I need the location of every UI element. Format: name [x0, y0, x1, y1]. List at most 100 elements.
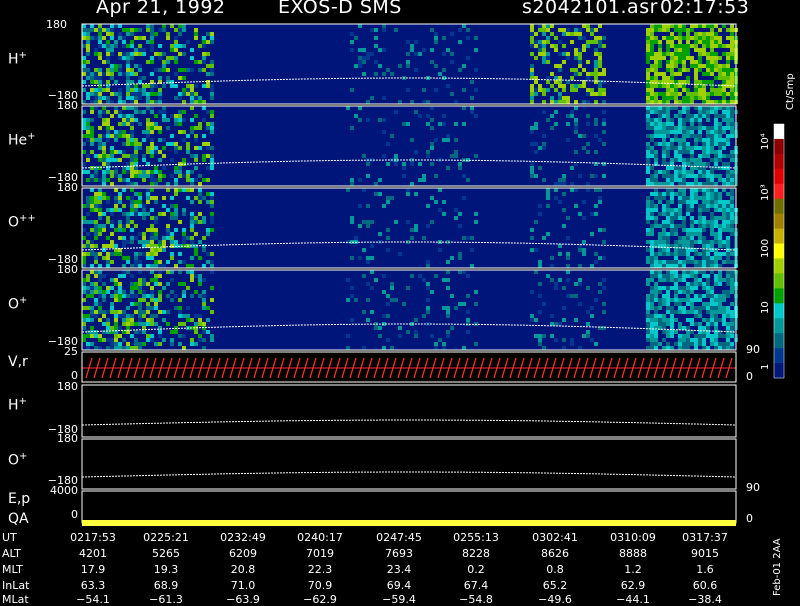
heatmap-cell	[730, 196, 734, 200]
heatmap-cell	[130, 142, 134, 146]
heatmap-cell	[118, 236, 122, 240]
heatmap-cell	[190, 170, 194, 174]
heatmap-cell	[130, 56, 134, 60]
heatmap-cell	[130, 290, 134, 294]
heatmap-cell	[94, 302, 98, 306]
heatmap-cell	[590, 232, 594, 236]
heatmap-cell	[726, 110, 730, 114]
heatmap-cell	[658, 200, 662, 204]
heatmap-cell	[722, 178, 726, 182]
colorbar-segment	[774, 333, 784, 349]
heatmap-cell	[650, 256, 654, 260]
heatmap-cell	[718, 146, 722, 150]
heatmap-cell	[158, 294, 162, 298]
ephemeris-value: 0232:49	[220, 531, 266, 544]
heatmap-cell	[142, 310, 146, 314]
heatmap-cell	[726, 76, 730, 80]
heatmap-cell	[162, 106, 166, 110]
heatmap-cell	[674, 126, 678, 130]
heatmap-cell	[706, 278, 710, 282]
heatmap-cell	[574, 28, 578, 32]
heatmap-cell	[718, 270, 722, 274]
heatmap-cell	[650, 118, 654, 122]
heatmap-cell	[654, 130, 658, 134]
heatmap-cell	[726, 92, 730, 96]
heatmap-cell	[422, 314, 426, 318]
heatmap-cell	[670, 260, 674, 264]
heatmap-cell	[658, 278, 662, 282]
heatmap-cell	[666, 52, 670, 56]
heatmap-cell	[706, 282, 710, 286]
heatmap-cell	[370, 28, 374, 32]
heatmap-cell	[94, 96, 98, 100]
heatmap-cell	[714, 338, 718, 342]
heatmap-cell	[378, 334, 382, 338]
heatmap-cell	[650, 40, 654, 44]
heatmap-cell	[346, 106, 350, 110]
heatmap-cell	[658, 52, 662, 56]
heatmap-cell	[470, 236, 474, 240]
heatmap-cell	[662, 126, 666, 130]
heatmap-cell	[102, 154, 106, 158]
heatmap-cell	[670, 52, 674, 56]
heatmap-cell	[122, 204, 126, 208]
heatmap-cell	[666, 290, 670, 294]
heatmap-cell	[462, 270, 466, 274]
heatmap-cell	[590, 174, 594, 178]
heatmap-cell	[662, 110, 666, 114]
heatmap-cell	[678, 274, 682, 278]
heatmap-cell	[542, 56, 546, 60]
ephemeris-value: 0247:45	[376, 531, 422, 544]
heatmap-cell	[118, 72, 122, 76]
heatmap-cell	[694, 106, 698, 110]
heatmap-cell	[722, 208, 726, 212]
heatmap-cell	[82, 264, 86, 268]
heatmap-cell	[534, 122, 538, 126]
heatmap-cell	[142, 170, 146, 174]
heatmap-cell	[358, 256, 362, 260]
colorbar-label-1: 1	[760, 363, 771, 370]
heatmap-cell	[690, 260, 694, 264]
heatmap-cell	[678, 334, 682, 338]
heatmap-cell	[562, 84, 566, 88]
heatmap-cell	[150, 106, 154, 110]
heatmap-cell	[714, 298, 718, 302]
heatmap-cell	[650, 264, 654, 268]
heatmap-cell	[658, 264, 662, 268]
heatmap-cell	[670, 174, 674, 178]
heatmap-cell	[110, 220, 114, 224]
heatmap-cell	[130, 138, 134, 142]
heatmap-cell	[370, 96, 374, 100]
heatmap-cell	[646, 154, 650, 158]
heatmap-cell	[114, 278, 118, 282]
heatmap-cell	[650, 174, 654, 178]
heatmap-cell	[678, 264, 682, 268]
heatmap-cell	[694, 182, 698, 186]
heatmap-cell	[150, 228, 154, 232]
heatmap-cell	[126, 88, 130, 92]
heatmap-cell	[126, 212, 130, 216]
heatmap-cell	[354, 114, 358, 118]
heatmap-cell	[474, 154, 478, 158]
heatmap-cell	[86, 48, 90, 52]
heatmap-cell	[82, 236, 86, 240]
heatmap-cell	[210, 192, 214, 196]
heatmap-cell	[686, 270, 690, 274]
heatmap-cell	[726, 252, 730, 256]
heatmap-cell	[718, 142, 722, 146]
heatmap-cell	[666, 192, 670, 196]
heatmap-cell	[462, 24, 466, 28]
heatmap-cell	[530, 174, 534, 178]
heatmap-cell	[710, 192, 714, 196]
heatmap-cell	[110, 126, 114, 130]
heatmap-cell	[150, 146, 154, 150]
heatmap-cell	[674, 260, 678, 264]
heatmap-cell	[710, 100, 714, 104]
heatmap-cell	[690, 216, 694, 220]
heatmap-cell	[666, 236, 670, 240]
rtick-ep-bot: 0	[746, 512, 753, 525]
heatmap-cell	[686, 204, 690, 208]
heatmap-cell	[366, 220, 370, 224]
heatmap-cell	[714, 44, 718, 48]
heatmap-cell	[646, 158, 650, 162]
